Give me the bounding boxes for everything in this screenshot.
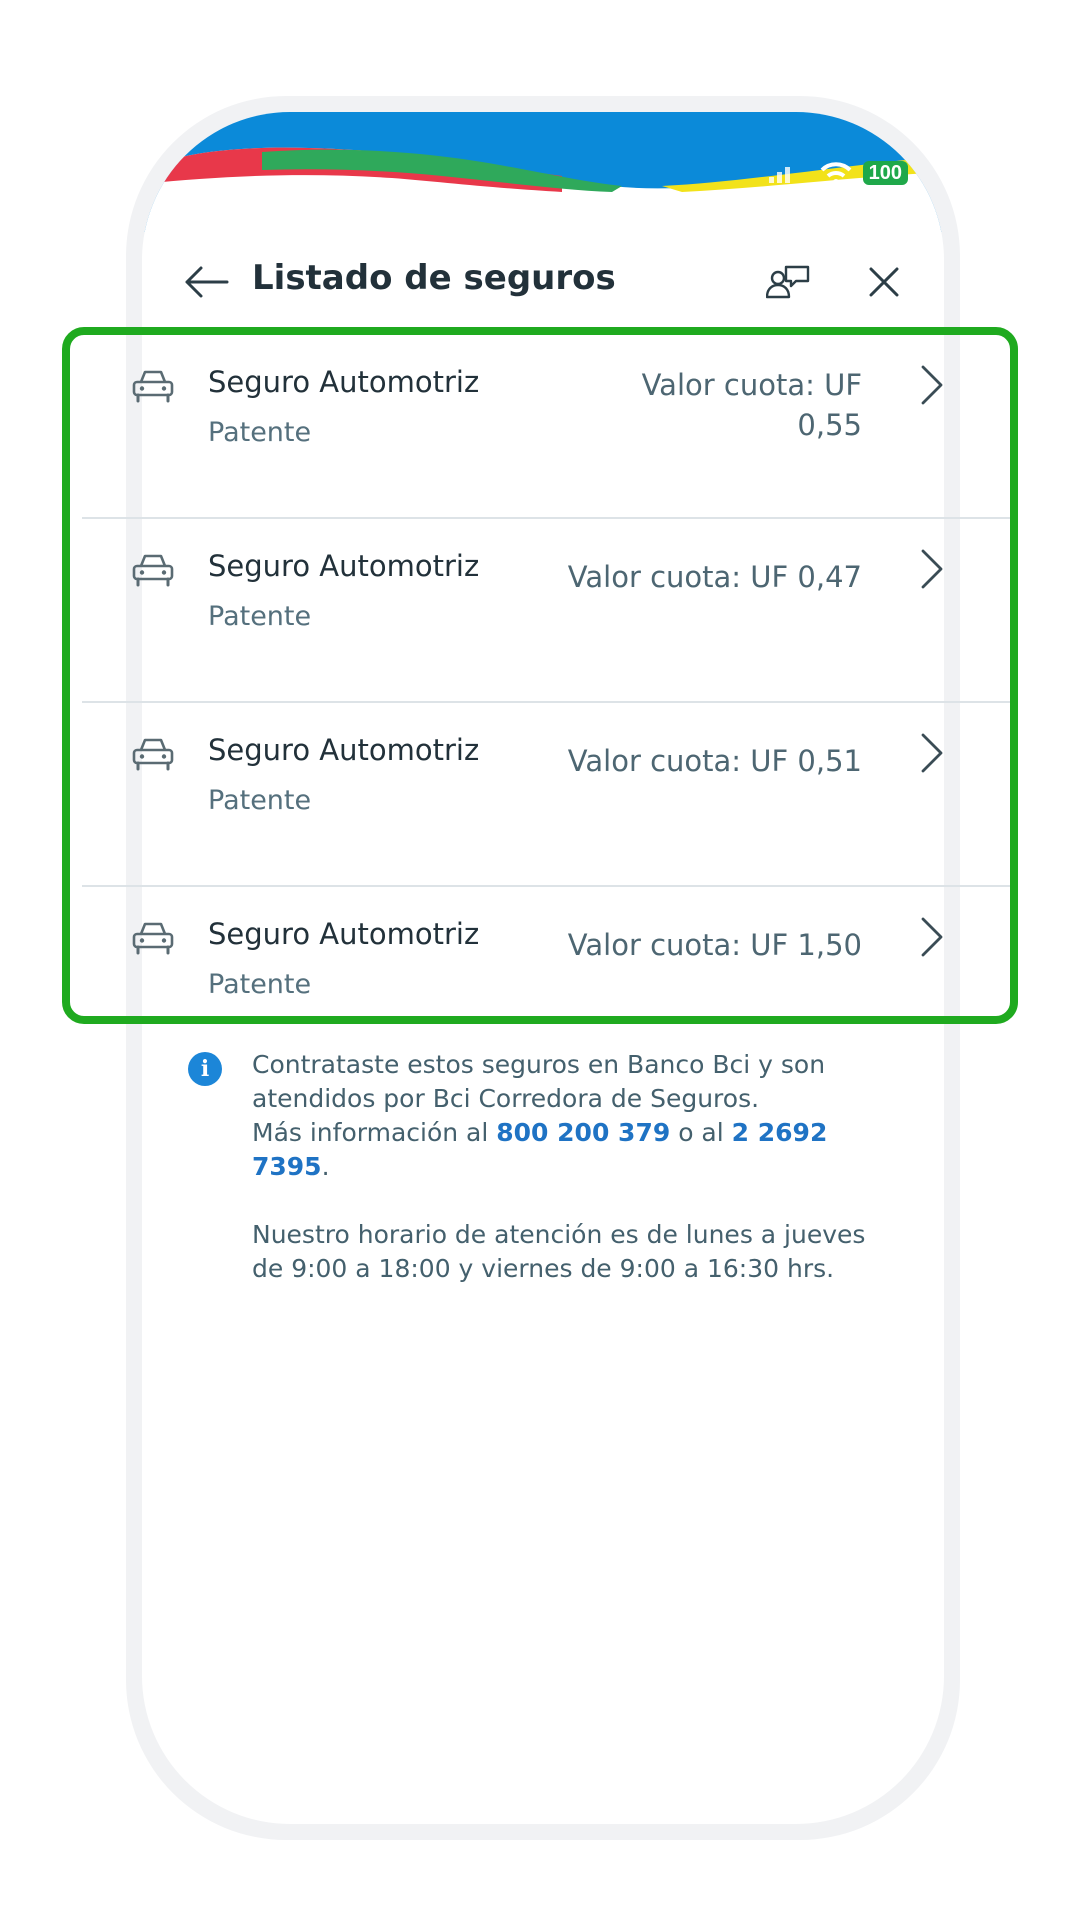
chevron-right-icon	[921, 917, 943, 957]
info-schedule: Nuestro horario de atención es de lunes …	[252, 1220, 866, 1283]
insurance-list-item[interactable]: Seguro Automotriz Patente Valor cuota: U…	[82, 519, 1010, 703]
insurance-list-item[interactable]: Seguro Automotriz Patente Valor cuota: U…	[82, 335, 1010, 519]
chevron-right-icon	[921, 365, 943, 405]
signal-icon	[768, 167, 790, 183]
item-title: Seguro Automotriz	[208, 365, 480, 399]
status-banner: 100	[142, 112, 944, 232]
item-subtitle: Patente	[208, 417, 312, 448]
insurance-list: Seguro Automotriz Patente Valor cuota: U…	[82, 335, 1010, 1043]
car-icon	[132, 370, 174, 403]
insurance-list-item[interactable]: Seguro Automotriz Patente Valor cuota: U…	[82, 703, 1010, 887]
car-icon	[132, 554, 174, 587]
info-icon: i	[188, 1052, 222, 1086]
page-title: Listado de seguros	[252, 258, 616, 298]
app-header: Listado de seguros	[142, 232, 944, 332]
contact-button[interactable]	[762, 256, 814, 308]
wifi-icon	[820, 162, 852, 185]
back-button[interactable]	[180, 256, 232, 308]
arrow-left-icon	[185, 266, 229, 298]
info-paragraph-contact: Contrataste estos seguros en Banco Bci y…	[252, 1048, 902, 1184]
chevron-right-icon	[921, 549, 943, 589]
insurance-list-item[interactable]: Seguro Automotriz Patente Valor cuota: U…	[82, 887, 1010, 1043]
item-value: Valor cuota: UF 0,55	[641, 368, 862, 442]
close-icon	[869, 267, 899, 297]
item-title: Seguro Automotriz	[208, 917, 480, 951]
car-icon	[132, 738, 174, 771]
chevron-right-icon	[921, 733, 943, 773]
item-value: Valor cuota: UF 1,50	[567, 928, 862, 962]
info-contract-text: Contrataste estos seguros en Banco Bci y…	[252, 1050, 826, 1113]
item-value: Valor cuota: UF 0,47	[567, 560, 862, 594]
info-text: Contrataste estos seguros en Banco Bci y…	[252, 1048, 902, 1286]
car-icon	[132, 922, 174, 955]
battery-badge: 100	[862, 161, 908, 185]
item-value: Valor cuota: UF 0,51	[567, 744, 862, 778]
person-chat-icon	[766, 265, 810, 299]
item-subtitle: Patente	[208, 785, 312, 816]
info-or-text: o al	[678, 1118, 724, 1147]
item-title: Seguro Automotriz	[208, 733, 480, 767]
phone-link-1[interactable]: 800 200 379	[496, 1118, 670, 1147]
close-button[interactable]	[858, 256, 910, 308]
info-end-period: .	[321, 1152, 330, 1181]
item-title: Seguro Automotriz	[208, 549, 480, 583]
item-subtitle: Patente	[208, 601, 312, 632]
status-icons: 100	[767, 160, 908, 186]
item-subtitle: Patente	[208, 969, 312, 1000]
info-more-prefix: Más información al	[252, 1118, 489, 1147]
